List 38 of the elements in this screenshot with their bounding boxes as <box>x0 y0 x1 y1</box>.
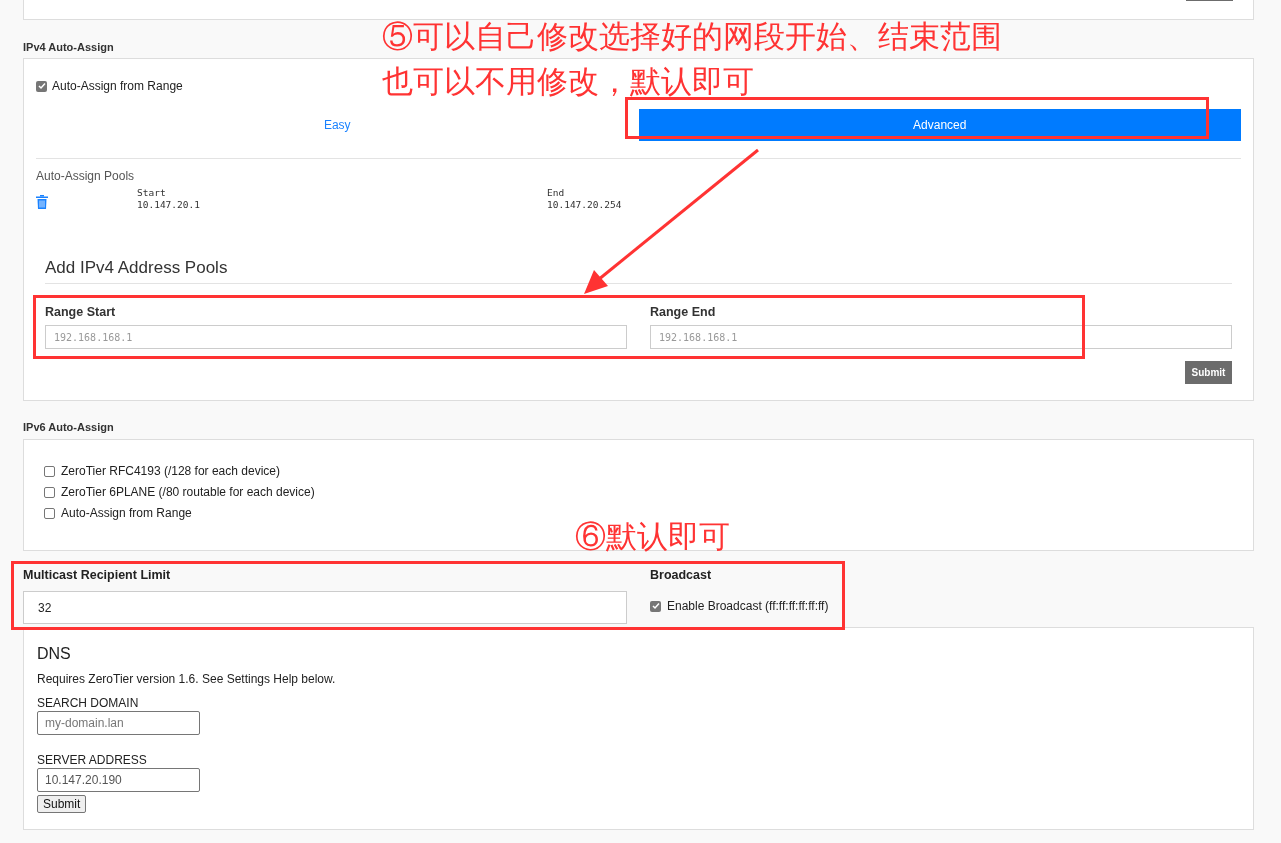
pool-start: 10.147.20.1 <box>137 199 201 211</box>
section-heading: IPv4 Auto-Assign <box>23 40 114 55</box>
column-label: End <box>547 187 566 199</box>
checkbox-label: Auto-Assign from Range <box>52 78 183 95</box>
checkbox-label: Auto-Assign from Range <box>61 505 192 522</box>
section-title: Auto-Assign Pools <box>36 168 136 183</box>
submit-button[interactable]: Submit <box>1185 361 1232 384</box>
checkbox[interactable] <box>44 507 55 519</box>
section-title: Add IPv4 Address Pools <box>45 257 229 279</box>
input-field[interactable]: my-domain.lan <box>37 711 200 735</box>
input-field[interactable]: 192.168.168.1 <box>650 325 1232 349</box>
checkbox-label: ZeroTier RFC4193 (/128 for each device) <box>61 463 280 480</box>
pool-end: 10.147.20.254 <box>547 199 622 211</box>
trash-icon[interactable] <box>36 195 48 209</box>
annotation-text: 也可以不用修改，默认即可 <box>382 63 755 101</box>
checkbox[interactable] <box>650 600 661 612</box>
field-label: Multicast Recipient Limit <box>23 567 172 583</box>
submit-button[interactable]: Submit <box>37 795 87 813</box>
section-title: DNS <box>37 644 72 662</box>
tab[interactable]: Advanced <box>638 109 1241 141</box>
input-field[interactable]: 192.168.168.1 <box>45 325 627 349</box>
input-field[interactable]: 10.147.20.190 <box>37 768 200 792</box>
field-label: Range End <box>650 304 716 320</box>
field-label: SEARCH DOMAIN <box>37 695 140 709</box>
checkbox-label: ZeroTier 6PLANE (/80 routable for each device) <box>61 484 315 501</box>
field-label: Range Start <box>45 304 116 320</box>
section-heading: IPv6 Auto-Assign <box>23 420 114 435</box>
field-label: Broadcast <box>650 567 713 583</box>
checkbox-label: Enable Broadcast (ff:ff:ff:ff:ff:ff) <box>667 598 829 615</box>
column-label: Start <box>137 187 167 199</box>
field-label: SERVER ADDRESS <box>37 752 148 766</box>
input-field[interactable]: 32 <box>23 591 627 624</box>
checkbox[interactable] <box>36 80 47 92</box>
checkbox[interactable] <box>44 486 55 498</box>
annotation-text: ⑥默认即可 <box>575 518 730 556</box>
help-text: Requires ZeroTier version 1.6. See Settings Help below. <box>37 671 337 685</box>
annotation-text: ⑤可以自己修改选择好的网段开始、结束范围 <box>382 18 1002 56</box>
checkbox[interactable] <box>44 465 55 477</box>
